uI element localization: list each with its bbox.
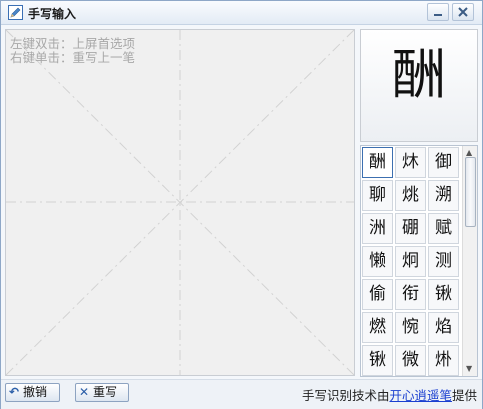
candidate-item[interactable]: 微 bbox=[395, 345, 426, 376]
title-bar[interactable]: 手写输入 bbox=[1, 1, 482, 25]
right-click-hint: 右键单击：重写上一笔 bbox=[10, 50, 136, 65]
close-button[interactable] bbox=[452, 3, 474, 21]
bottom-toolbar: ↶ 撤销 ✕ 重写 手写识别技术由开心逍遥笔提供 bbox=[1, 379, 482, 409]
window-title: 手写输入 bbox=[28, 7, 77, 21]
scroll-down-icon[interactable]: ▼ bbox=[466, 364, 472, 373]
candidate-item[interactable]: 惋 bbox=[395, 312, 426, 343]
credit-suffix: 提供 bbox=[451, 388, 477, 403]
rewrite-label: 重写 bbox=[93, 385, 118, 399]
close-icon bbox=[458, 7, 468, 17]
handwriting-window: 手写输入 左键双击：上屏首选项 右键单击：重写上一笔 酬 酬炑御聊烑溯洲硼 赋 … bbox=[0, 0, 483, 409]
candidate-item[interactable]: 懒 bbox=[362, 246, 393, 277]
undo-icon: ↶ bbox=[9, 385, 20, 399]
candidate-item[interactable]: 酬 bbox=[362, 147, 393, 178]
scroll-thumb[interactable] bbox=[465, 157, 476, 227]
candidate-item[interactable]: 锹 bbox=[428, 279, 459, 310]
candidate-item[interactable]: 烞 bbox=[428, 345, 459, 376]
minimize-icon bbox=[434, 14, 442, 16]
candidate-item[interactable]: 溯 bbox=[428, 180, 459, 211]
candidate-item[interactable]: 焰 bbox=[428, 312, 459, 343]
minimize-button[interactable] bbox=[427, 3, 449, 21]
candidate-item[interactable]: 赋 bbox=[428, 213, 459, 244]
clear-x-icon: ✕ bbox=[79, 385, 90, 399]
candidate-item[interactable]: 偷 bbox=[362, 279, 393, 310]
candidate-item[interactable]: 炑 bbox=[395, 147, 426, 178]
undo-button[interactable]: ↶ 撤销 bbox=[5, 383, 60, 402]
candidate-item[interactable]: 御 bbox=[428, 147, 459, 178]
rewrite-button[interactable]: ✕ 重写 bbox=[75, 383, 129, 402]
preview-char: 酬 bbox=[392, 43, 446, 106]
credit-prefix: 手写识别技术由 bbox=[301, 388, 390, 403]
candidate-item[interactable]: 洲 bbox=[362, 213, 393, 244]
candidate-item[interactable]: 硼 bbox=[395, 213, 426, 244]
candidate-scrollbar[interactable]: ▲ ▼ bbox=[462, 146, 477, 376]
pen-edit-icon bbox=[8, 5, 23, 20]
undo-label: 撤销 bbox=[23, 385, 48, 399]
scroll-up-icon[interactable]: ▲ bbox=[466, 148, 472, 157]
candidate-item[interactable]: 锹 bbox=[362, 345, 393, 376]
recognized-preview: 酬 bbox=[360, 29, 478, 142]
candidate-item[interactable]: 聊 bbox=[362, 180, 393, 211]
credit-link[interactable]: 开心逍遥笔 bbox=[389, 388, 452, 403]
candidate-panel: 酬炑御聊烑溯洲硼赋懒炯测偷衔锹燃惋焰锹微烞 ▲ ▼ bbox=[360, 145, 478, 377]
credit-text: 手写识别技术由开心逍遥笔提供 bbox=[302, 385, 477, 404]
pad-guide-lines bbox=[6, 30, 354, 375]
candidate-item[interactable]: 测 bbox=[428, 246, 459, 277]
candidate-item[interactable]: 烑 bbox=[395, 180, 426, 211]
writing-pad[interactable]: 左键双击：上屏首选项 右键单击：重写上一笔 bbox=[5, 29, 355, 376]
candidate-item[interactable]: 炯 bbox=[395, 246, 426, 277]
candidate-item[interactable]: 燃 bbox=[362, 312, 393, 343]
candidate-item[interactable]: 衔 bbox=[395, 279, 426, 310]
